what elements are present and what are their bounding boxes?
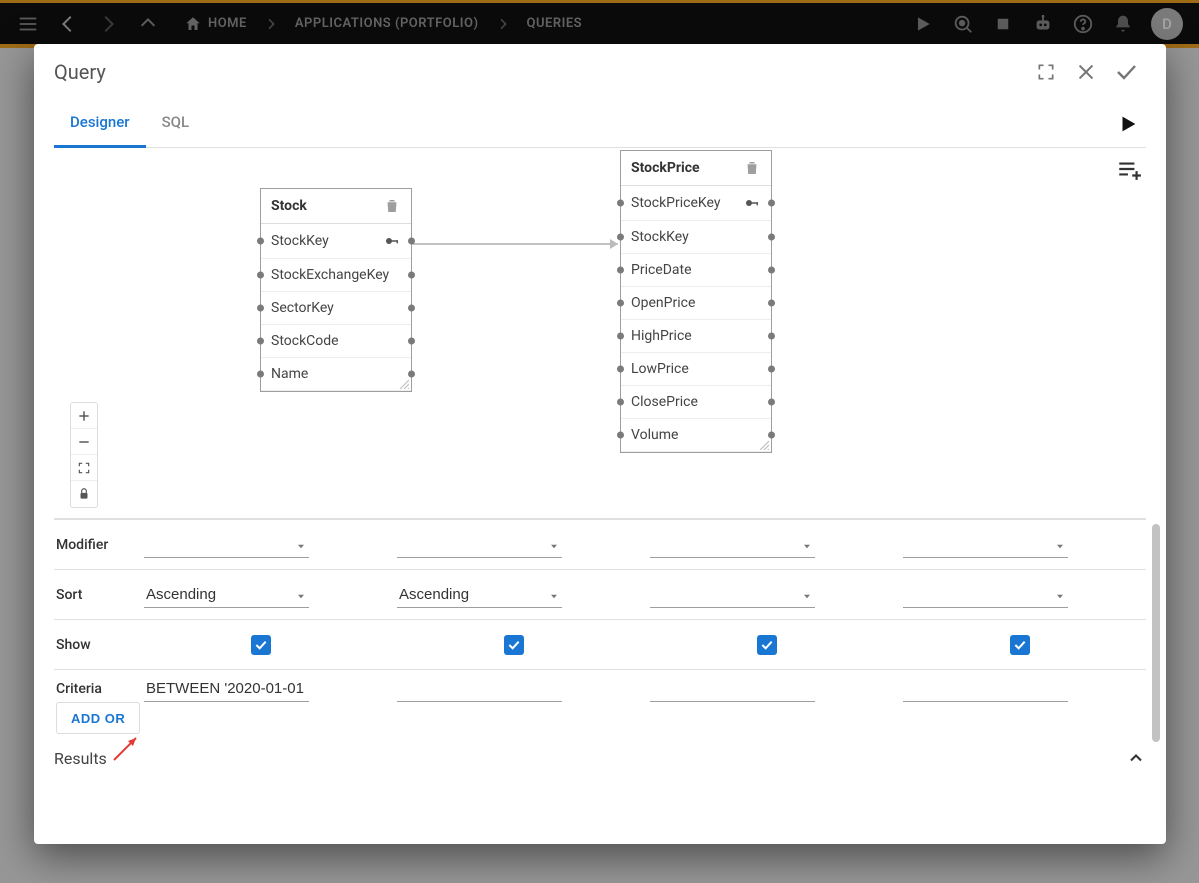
- field-label: StockKey: [631, 229, 689, 245]
- field-label: PriceDate: [631, 262, 692, 278]
- resize-handle-icon[interactable]: [757, 438, 769, 450]
- delete-table-icon[interactable]: [383, 197, 401, 215]
- field-label: HighPrice: [631, 328, 692, 344]
- show-checkbox-3[interactable]: [1010, 635, 1030, 655]
- grid-label-sort: Sort: [54, 587, 134, 603]
- table-field[interactable]: LowPrice: [621, 353, 771, 386]
- tab-label: Designer: [70, 113, 130, 131]
- modifier-select-2[interactable]: [650, 532, 815, 558]
- grid-label-show: Show: [54, 637, 134, 653]
- field-label: Name: [271, 366, 308, 382]
- modifier-select-1[interactable]: [397, 532, 562, 558]
- modifier-select-0[interactable]: [144, 532, 309, 558]
- field-label: StockExchangeKey: [271, 267, 389, 283]
- delete-table-icon[interactable]: [743, 159, 761, 177]
- field-label: OpenPrice: [631, 295, 695, 311]
- table-title: Stock: [271, 198, 307, 214]
- table-field[interactable]: StockKey: [621, 221, 771, 254]
- criteria-input-1[interactable]: [397, 676, 562, 702]
- table-field[interactable]: StockPriceKey: [621, 186, 771, 221]
- table-field[interactable]: OpenPrice: [621, 287, 771, 320]
- field-label: Volume: [631, 427, 678, 443]
- show-checkbox-0[interactable]: [251, 635, 271, 655]
- field-label: StockCode: [271, 333, 339, 349]
- zoom-out-button[interactable]: [71, 429, 97, 455]
- sort-select-3[interactable]: [903, 582, 1068, 608]
- grid-row-sort: Sort: [54, 570, 1146, 620]
- grid-row-show: Show: [54, 620, 1146, 670]
- resize-handle-icon[interactable]: [397, 377, 409, 389]
- zoom-tools: [70, 402, 98, 508]
- table-stock[interactable]: Stock StockKey StockExchangeKey SectorKe…: [260, 188, 412, 392]
- close-icon[interactable]: [1066, 52, 1106, 92]
- field-label: StockKey: [271, 233, 329, 249]
- expand-results-icon[interactable]: [1126, 748, 1146, 768]
- fullscreen-icon[interactable]: [1026, 52, 1066, 92]
- criteria-input-2[interactable]: [650, 676, 815, 702]
- grid-row-criteria: Criteria ADD OR: [54, 670, 1146, 740]
- sort-select-1[interactable]: [397, 582, 562, 608]
- tab-designer[interactable]: Designer: [54, 100, 146, 148]
- field-label: LowPrice: [631, 361, 689, 377]
- add-table-button[interactable]: [1116, 156, 1142, 182]
- query-grid: Modifier Sort Show: [54, 518, 1146, 740]
- tab-label: SQL: [162, 113, 190, 131]
- field-label: StockPriceKey: [631, 195, 720, 211]
- lock-icon[interactable]: [71, 481, 97, 507]
- add-or-button[interactable]: ADD OR: [56, 702, 140, 734]
- zoom-fit-button[interactable]: [71, 455, 97, 481]
- table-field[interactable]: StockExchangeKey: [261, 259, 411, 292]
- grid-row-modifier: Modifier: [54, 520, 1146, 570]
- table-field[interactable]: ClosePrice: [621, 386, 771, 419]
- table-title: StockPrice: [631, 160, 700, 176]
- modal-title: Query: [54, 60, 106, 84]
- show-checkbox-1[interactable]: [504, 635, 524, 655]
- tab-sql[interactable]: SQL: [146, 100, 206, 148]
- table-stockprice[interactable]: StockPrice StockPriceKey StockKey PriceD…: [620, 150, 772, 453]
- table-field[interactable]: StockCode: [261, 325, 411, 358]
- scrollbar-vertical[interactable]: [1152, 524, 1160, 742]
- show-checkbox-2[interactable]: [757, 635, 777, 655]
- zoom-in-button[interactable]: [71, 403, 97, 429]
- field-label: SectorKey: [271, 300, 334, 316]
- table-field[interactable]: HighPrice: [621, 320, 771, 353]
- key-icon: [383, 232, 401, 250]
- criteria-input-3[interactable]: [903, 676, 1068, 702]
- add-or-label: ADD OR: [71, 711, 125, 726]
- designer-canvas[interactable]: Stock StockKey StockExchangeKey SectorKe…: [54, 148, 1146, 518]
- table-field[interactable]: PriceDate: [621, 254, 771, 287]
- run-query-button[interactable]: [1110, 106, 1146, 142]
- sort-select-0[interactable]: [144, 582, 309, 608]
- confirm-icon[interactable]: [1106, 52, 1146, 92]
- field-label: ClosePrice: [631, 394, 698, 410]
- table-field[interactable]: SectorKey: [261, 292, 411, 325]
- key-icon: [743, 194, 761, 212]
- modal-header: Query: [34, 44, 1166, 100]
- grid-label-modifier: Modifier: [54, 537, 134, 553]
- results-label: Results: [54, 749, 107, 768]
- grid-label-criteria: Criteria: [54, 681, 134, 697]
- table-field[interactable]: Name: [261, 358, 411, 391]
- sort-select-2[interactable]: [650, 582, 815, 608]
- table-field[interactable]: StockKey: [261, 224, 411, 259]
- table-field[interactable]: Volume: [621, 419, 771, 452]
- results-panel-header[interactable]: Results: [54, 748, 1146, 768]
- query-modal: Query Designer SQL Stock: [34, 44, 1166, 844]
- modifier-select-3[interactable]: [903, 532, 1068, 558]
- criteria-input-0[interactable]: [144, 676, 309, 702]
- tabs: Designer SQL: [54, 100, 1146, 148]
